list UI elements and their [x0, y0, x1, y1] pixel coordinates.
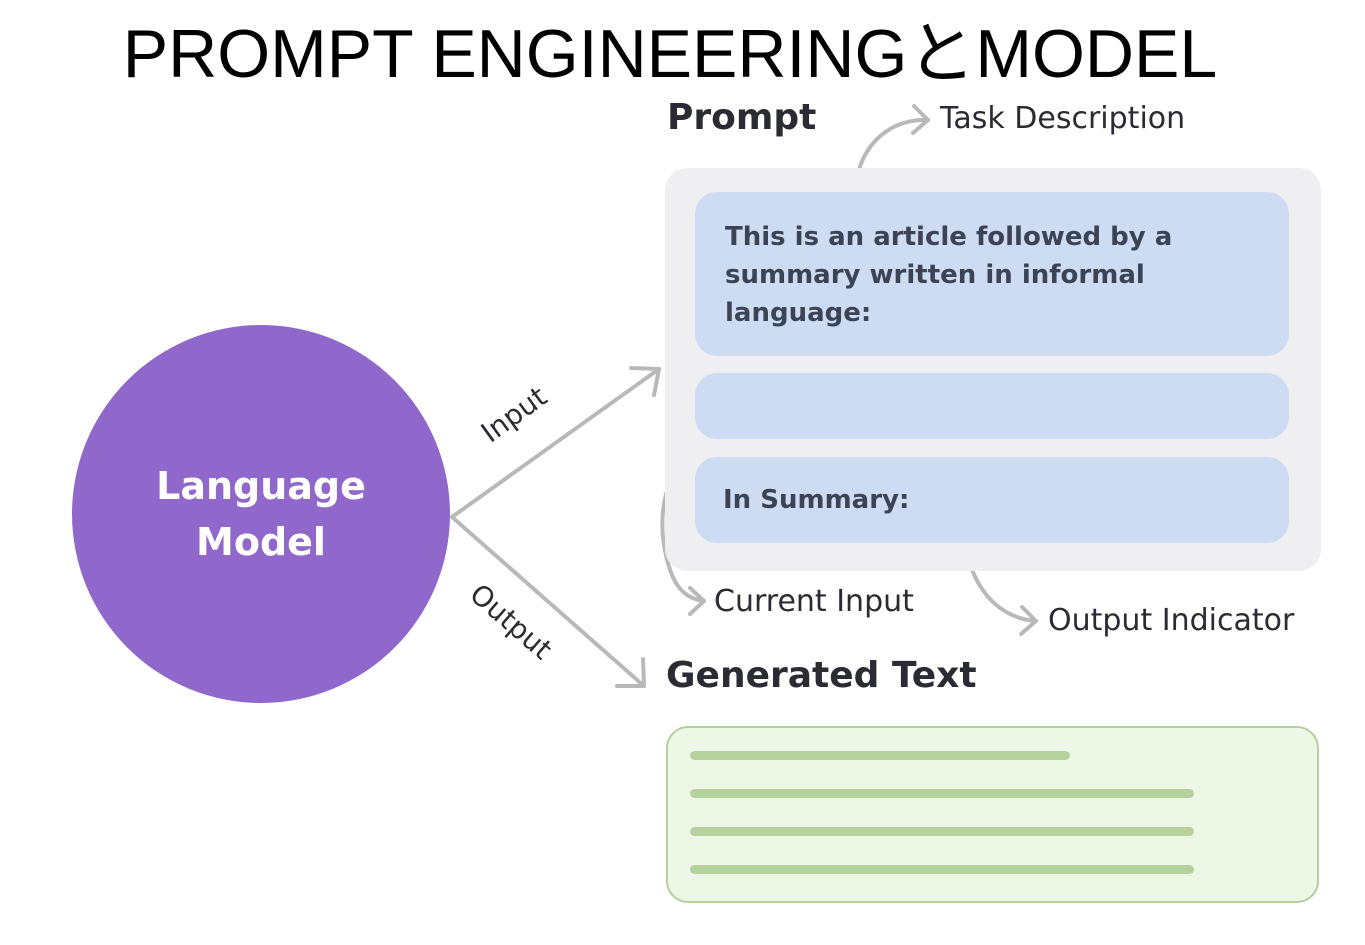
language-model-node: Language Model [72, 325, 450, 703]
generated-text-line [690, 865, 1194, 874]
task-description-text: This is an article followed by a summary… [725, 222, 1173, 328]
task-description-callout: Task Description [940, 101, 1186, 136]
prompt-container: This is an article followed by a summary… [665, 168, 1321, 571]
generated-text-box [666, 726, 1319, 903]
output-indicator-block: In Summary: [695, 457, 1289, 543]
language-model-label-line-2: Model [196, 520, 326, 564]
prompt-heading: Prompt [667, 97, 817, 138]
generated-text-line [690, 751, 1070, 760]
input-arrow [450, 367, 661, 519]
generated-text-line [690, 789, 1194, 798]
task-description-block: This is an article followed by a summary… [695, 192, 1289, 356]
generated-text-heading: Generated Text [666, 655, 977, 696]
current-input-block [695, 373, 1289, 439]
generated-text-line [690, 827, 1194, 836]
output-indicator-text: In Summary: [723, 485, 910, 515]
language-model-label: Language Model [131, 458, 391, 570]
output-indicator-callout: Output Indicator [1048, 603, 1295, 638]
current-input-callout: Current Input [714, 584, 914, 619]
language-model-label-line-1: Language [156, 464, 366, 508]
